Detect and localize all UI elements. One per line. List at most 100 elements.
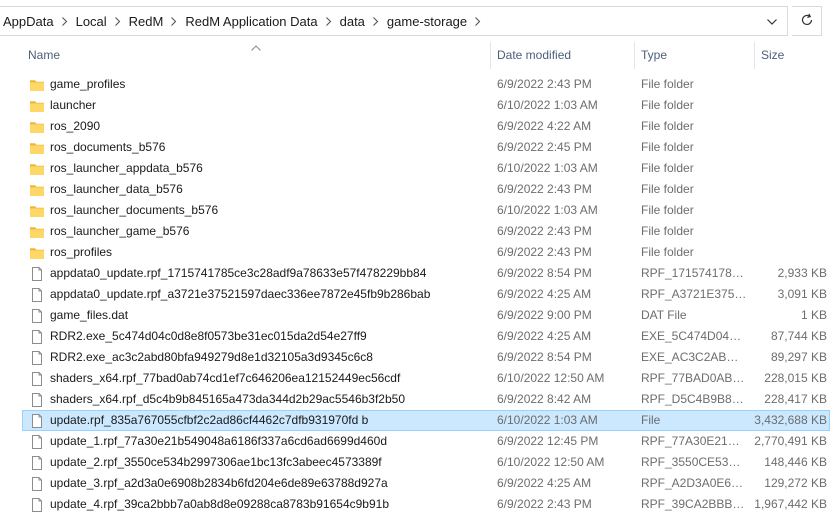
file-name: update_2.rpf_3550ce534b2997306ae1bc13fc3… bbox=[50, 455, 382, 469]
file-size: 89,297 KB bbox=[770, 350, 827, 364]
file-name: RDR2.exe_ac3c2abd80bfa949279d8e1d32105a3… bbox=[50, 350, 373, 364]
breadcrumb-item[interactable]: RedM Application Data bbox=[183, 14, 322, 29]
file-date-modified: 6/9/2022 2:43 PM bbox=[497, 245, 592, 259]
folder-row[interactable]: ros_2090 6/9/2022 4:22 AM File folder bbox=[22, 116, 830, 137]
file-icon bbox=[29, 308, 45, 324]
folder-row[interactable]: ros_launcher_game_b576 6/9/2022 2:43 PM Fi… bbox=[22, 221, 830, 242]
file-row[interactable]: shaders_x64.rpf_77bad0ab74cd1ef7c646206e… bbox=[22, 368, 830, 389]
chevron-right-icon[interactable] bbox=[59, 16, 74, 26]
file-date-modified: 6/9/2022 8:54 PM bbox=[497, 266, 592, 280]
file-type: File folder bbox=[641, 98, 694, 112]
chevron-right-icon[interactable] bbox=[370, 16, 385, 26]
folder-icon bbox=[29, 140, 45, 156]
chevron-down-icon bbox=[767, 14, 777, 28]
folder-row[interactable]: ros_documents_b576 6/9/2022 2:45 PM File f… bbox=[22, 137, 830, 158]
folder-icon bbox=[29, 77, 45, 93]
file-icon bbox=[29, 392, 45, 408]
file-size: 129,272 KB bbox=[764, 476, 827, 490]
folder-row[interactable]: ros_launcher_data_b576 6/9/2022 2:43 PM Fi… bbox=[22, 179, 830, 200]
file-icon bbox=[29, 371, 45, 387]
file-size bbox=[749, 96, 827, 115]
file-type: RPF_77BAD0AB74... bbox=[641, 371, 747, 385]
file-row[interactable]: update.rpf_835a767055cfbf2c2ad86cf4462c7… bbox=[22, 410, 830, 431]
file-row[interactable]: RDR2.exe_ac3c2abd80bfa949279d8e1d32105a3… bbox=[22, 347, 830, 368]
file-list: game_profiles 6/9/2022 2:43 PM File folder… bbox=[0, 74, 840, 530]
file-size: 2,770,491 KB bbox=[754, 434, 827, 448]
refresh-icon bbox=[800, 13, 814, 30]
folder-row[interactable]: launcher 6/10/2022 1:03 AM File folder bbox=[22, 95, 830, 116]
file-size bbox=[749, 243, 827, 262]
file-date-modified: 6/9/2022 12:45 PM bbox=[497, 434, 599, 448]
file-type: File folder bbox=[641, 224, 694, 238]
file-name: launcher bbox=[50, 98, 97, 112]
file-name: ros_2090 bbox=[50, 119, 101, 133]
file-row[interactable]: shaders_x64.rpf_d5c4b9b845165a473da344d2… bbox=[22, 389, 830, 410]
file-type: RPF_39CA2BBB7A... bbox=[641, 497, 747, 511]
file-name: ros_profiles bbox=[50, 245, 113, 259]
file-row[interactable]: RDR2.exe_5c474d04c0d8e8f0573be31ec015da2… bbox=[22, 326, 830, 347]
file-type: File folder bbox=[641, 245, 694, 259]
folder-row[interactable]: ros_profiles 6/9/2022 2:43 PM File folder bbox=[22, 242, 830, 263]
breadcrumb-item[interactable]: game-storage bbox=[385, 14, 472, 29]
file-row[interactable]: update_1.rpf_77a30e21b549048a6186f337a6c… bbox=[22, 431, 830, 452]
file-size: 2,933 KB bbox=[777, 266, 827, 280]
folder-row[interactable]: game_profiles 6/9/2022 2:43 PM File folder bbox=[22, 74, 830, 95]
file-size bbox=[749, 117, 827, 136]
file-size: 3,091 KB bbox=[777, 287, 827, 301]
file-size bbox=[749, 180, 827, 199]
file-row[interactable]: update_4.rpf_39ca2bbb7a0ab8d8e09288ca878… bbox=[22, 494, 830, 515]
file-type: DAT File bbox=[641, 308, 687, 322]
folder-icon bbox=[29, 161, 45, 177]
file-type: RPF_D5C4B9B8451... bbox=[641, 392, 747, 406]
file-name: appdata0_update.rpf_1715741785ce3c28adf9… bbox=[50, 266, 427, 280]
file-name: update_3.rpf_a2d3a0e6908b2834b6fd204e6de… bbox=[50, 476, 388, 490]
breadcrumb-trail: AppData Local RedM RedM Application Data dat… bbox=[1, 7, 487, 35]
file-date-modified: 6/9/2022 2:43 PM bbox=[497, 77, 592, 91]
file-size bbox=[749, 222, 827, 241]
file-row[interactable]: update_3.rpf_a2d3a0e6908b2834b6fd204e6de… bbox=[22, 473, 830, 494]
breadcrumb-item[interactable]: Local bbox=[74, 14, 112, 29]
file-date-modified: 6/9/2022 2:45 PM bbox=[497, 140, 592, 154]
file-icon bbox=[29, 329, 45, 345]
chevron-right-icon[interactable] bbox=[168, 16, 183, 26]
file-row[interactable]: appdata0_update.rpf_1715741785ce3c28adf9… bbox=[22, 263, 830, 284]
file-size: 228,417 KB bbox=[764, 392, 827, 406]
column-name-header[interactable]: Name bbox=[22, 42, 490, 69]
file-date-modified: 6/9/2022 4:25 AM bbox=[497, 476, 592, 490]
file-icon bbox=[29, 413, 45, 429]
column-date-header[interactable]: Date modified bbox=[491, 42, 634, 69]
file-name: shaders_x64.rpf_77bad0ab74cd1ef7c646206e… bbox=[50, 371, 401, 385]
file-type: File folder bbox=[641, 161, 694, 175]
folder-icon bbox=[29, 203, 45, 219]
folder-icon bbox=[29, 224, 45, 240]
column-size-header[interactable]: Size bbox=[755, 42, 840, 69]
refresh-button[interactable] bbox=[792, 6, 822, 36]
file-type: RPF_A2D3A0E6908... bbox=[641, 476, 747, 490]
chevron-right-icon[interactable] bbox=[323, 16, 338, 26]
file-date-modified: 6/10/2022 12:50 AM bbox=[497, 371, 605, 385]
breadcrumb-item[interactable]: AppData bbox=[1, 14, 59, 29]
folder-row[interactable]: ros_launcher_appdata_b576 6/10/2022 1:03 … bbox=[22, 158, 830, 179]
file-date-modified: 6/9/2022 4:22 AM bbox=[497, 119, 592, 133]
file-size: 87,744 KB bbox=[770, 329, 827, 343]
folder-row[interactable]: ros_launcher_documents_b576 6/10/2022 1:0… bbox=[22, 200, 830, 221]
file-icon bbox=[29, 476, 45, 492]
breadcrumb-item[interactable]: data bbox=[338, 14, 370, 29]
file-date-modified: 6/9/2022 8:42 AM bbox=[497, 392, 592, 406]
address-history-button[interactable] bbox=[761, 11, 783, 31]
file-row[interactable]: update_2.rpf_3550ce534b2997306ae1bc13fc3… bbox=[22, 452, 830, 473]
chevron-right-icon[interactable] bbox=[472, 16, 487, 26]
chevron-right-icon[interactable] bbox=[112, 16, 127, 26]
folder-icon bbox=[29, 98, 45, 114]
file-type: RPF_1715741785C... bbox=[641, 266, 747, 280]
file-size bbox=[749, 159, 827, 178]
breadcrumb-item[interactable]: RedM bbox=[127, 14, 169, 29]
file-date-modified: 6/9/2022 2:43 PM bbox=[497, 497, 592, 511]
file-row[interactable]: appdata0_update.rpf_a3721e37521597daec33… bbox=[22, 284, 830, 305]
file-icon bbox=[29, 497, 45, 513]
file-date-modified: 6/10/2022 1:03 AM bbox=[497, 413, 598, 427]
file-icon bbox=[29, 266, 45, 282]
breadcrumb[interactable]: AppData Local RedM RedM Application Data dat… bbox=[0, 6, 788, 36]
file-row[interactable]: game_files.dat 6/9/2022 9:00 PM DAT File 1 … bbox=[22, 305, 830, 326]
column-type-header[interactable]: Type bbox=[635, 42, 754, 69]
